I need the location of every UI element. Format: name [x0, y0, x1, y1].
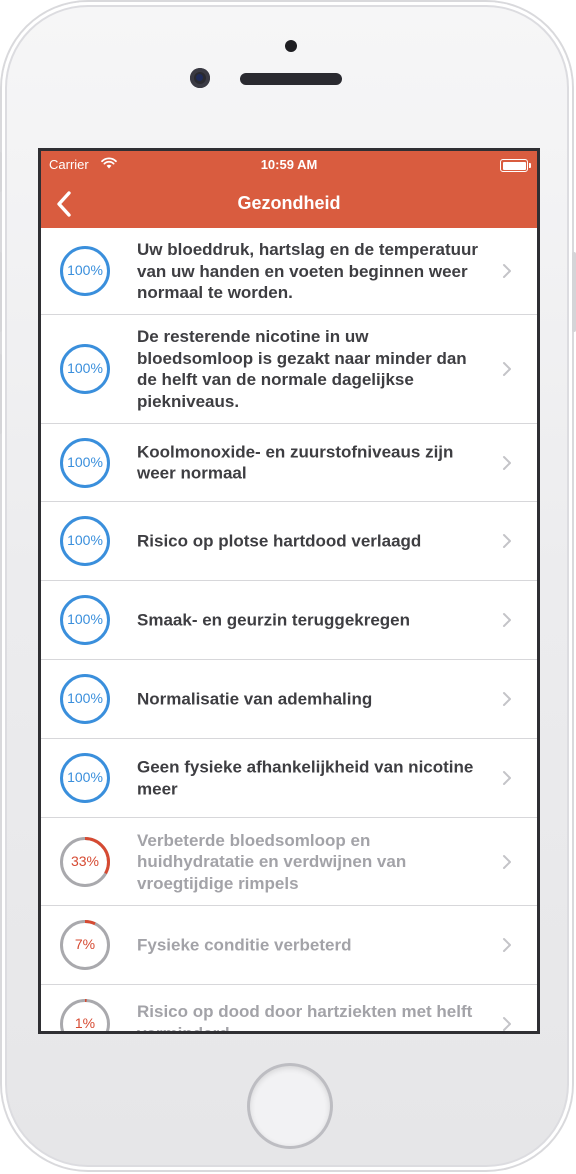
- progress-percent: 7%: [74, 936, 96, 952]
- chevron-right-icon: [502, 770, 512, 786]
- chevron-right-icon: [502, 691, 512, 707]
- list-item[interactable]: 100% Koolmonoxide- en zuurstofniveaus zij…: [41, 424, 537, 502]
- phone-screen: Carrier 10:59 AM Gezondheid 100% Uw bloed…: [38, 148, 540, 1034]
- milestone-text: Fysieke conditie verbeterd: [137, 935, 352, 955]
- progress-percent: 33%: [70, 852, 100, 869]
- front-camera-icon: [190, 68, 210, 88]
- progress-ring: 100%: [59, 515, 111, 567]
- list-item[interactable]: 100% Risico op plotse hartdood verlaagd: [41, 502, 537, 581]
- milestone-text: Smaak- en geurzin teruggekregen: [137, 610, 411, 630]
- milestone-text: Uw bloeddruk, hartslag en de temperatuur…: [137, 239, 479, 302]
- progress-ring: 1%: [59, 998, 111, 1031]
- chevron-right-icon: [502, 263, 512, 279]
- milestone-text: De resterende nicotine in uw bloedsomloo…: [137, 327, 467, 411]
- list-item[interactable]: 100% Normalisatie van ademhaling: [41, 660, 537, 739]
- milestone-text: Risico op plotse hartdood verlaagd: [137, 531, 422, 551]
- chevron-right-icon: [502, 612, 512, 628]
- health-milestones-list[interactable]: 100% Uw bloeddruk, hartslag en de tempera…: [41, 228, 537, 1031]
- progress-percent: 100%: [67, 360, 103, 376]
- chevron-right-icon: [502, 854, 512, 870]
- proximity-sensor: [285, 40, 297, 52]
- milestone-text: Verbeterde bloedsomloop en huidhydratati…: [137, 830, 407, 893]
- milestone-text: Koolmonoxide- en zuurstofniveaus zijn we…: [137, 442, 454, 483]
- progress-percent: 100%: [67, 532, 103, 548]
- battery-icon: [500, 159, 531, 172]
- status-bar: Carrier 10:59 AM: [41, 151, 537, 179]
- progress-ring: 100%: [59, 437, 111, 489]
- list-item[interactable]: 100% De resterende nicotine in uw bloedso…: [41, 315, 537, 424]
- list-item[interactable]: 100% Geen fysieke afhankelijkheid van nic…: [41, 739, 537, 818]
- progress-percent: 100%: [67, 690, 103, 706]
- progress-percent: 1%: [74, 1015, 96, 1031]
- progress-ring: 7%: [59, 919, 111, 971]
- volume-up-button: [0, 252, 2, 332]
- chevron-right-icon: [502, 937, 512, 953]
- navigation-bar: Gezondheid: [41, 179, 537, 228]
- app-screen: Carrier 10:59 AM Gezondheid 100% Uw bloed…: [41, 151, 537, 1031]
- chevron-right-icon: [502, 455, 512, 471]
- list-item[interactable]: 33% Verbeterde bloedsomloop en huidhydrat…: [41, 818, 537, 906]
- volume-down-button: [0, 354, 2, 434]
- page-title: Gezondheid: [237, 193, 341, 213]
- chevron-right-icon: [502, 1016, 512, 1031]
- progress-percent: 100%: [67, 262, 103, 278]
- progress-ring: 100%: [59, 594, 111, 646]
- list-item[interactable]: 7% Fysieke conditie verbeterd: [41, 906, 537, 985]
- milestone-text: Geen fysieke afhankelijkheid van nicotin…: [137, 757, 474, 799]
- earpiece-speaker: [240, 73, 342, 85]
- progress-ring: 33%: [59, 836, 111, 888]
- progress-percent: 100%: [67, 769, 103, 785]
- list-item[interactable]: 1% Risico op dood door hartziekten met he…: [41, 985, 537, 1031]
- power-button: [572, 252, 576, 332]
- status-time: 10:59 AM: [260, 157, 318, 172]
- progress-percent: 100%: [67, 611, 103, 627]
- mute-switch: [0, 152, 2, 192]
- home-button[interactable]: [250, 1066, 330, 1146]
- progress-ring: 100%: [59, 245, 111, 297]
- progress-ring: 100%: [59, 343, 111, 395]
- milestone-text: Normalisatie van ademhaling: [137, 689, 373, 709]
- progress-ring: 100%: [59, 752, 111, 804]
- chevron-right-icon: [502, 533, 512, 549]
- list-item[interactable]: 100% Uw bloeddruk, hartslag en de tempera…: [41, 228, 537, 315]
- progress-ring: 100%: [59, 673, 111, 725]
- chevron-right-icon: [502, 361, 512, 377]
- progress-percent: 100%: [67, 453, 103, 470]
- list-item[interactable]: 100% Smaak- en geurzin teruggekregen: [41, 581, 537, 660]
- milestone-text: Risico op dood door hartziekten met helf…: [137, 1002, 473, 1031]
